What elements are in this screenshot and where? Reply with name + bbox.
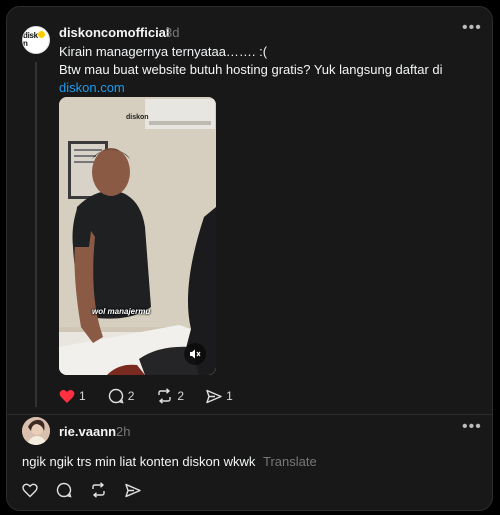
post-video[interactable]: diskon wol manajermu [59,97,216,375]
repost-count: 2 [177,389,185,403]
brand-logo: diskn [23,30,49,48]
reply-time[interactable]: 2h [116,424,130,439]
heart-filled-icon [59,389,75,403]
reply-comment-button[interactable] [56,482,72,498]
share-count: 1 [226,389,233,403]
reply-avatar[interactable] [22,417,50,445]
more-options-icon[interactable]: ••• [462,19,482,37]
translate-link[interactable]: Translate [263,454,317,469]
like-count: 1 [79,389,86,403]
reply-share-button[interactable] [125,483,141,498]
comment-icon [108,388,124,404]
reply-like-button[interactable] [22,483,38,498]
repost-button[interactable]: 2 [156,388,184,404]
reply-more-options-icon[interactable]: ••• [462,418,482,436]
speaker-muted-icon [190,349,201,359]
post-time[interactable]: 3d [165,25,179,40]
reply-actions [22,482,163,498]
video-caption: wol manajermu [92,307,151,316]
heart-icon [22,483,38,497]
thread-line [35,62,37,407]
repost-icon [158,388,172,404]
comment-count: 2 [127,389,135,403]
post-actions: 1 2 2 1 [59,388,255,404]
reply-text: ngik ngik trs min liat konten diskon wkw… [22,454,256,469]
video-frame [59,97,216,375]
thread-card: diskn diskoncomofficial 3d ••• Kirain ma… [6,6,493,511]
post-line-2: Btw mau buat website butuh hosting grati… [59,61,479,97]
like-button[interactable]: 1 [59,389,86,404]
user-avatar-image [22,417,50,445]
comment-button[interactable]: 2 [108,388,135,404]
reply-username[interactable]: rie.vaann [59,424,116,439]
send-icon [125,483,141,497]
mute-toggle[interactable] [184,343,206,365]
comment-icon [56,482,72,498]
video-watermark: diskon [126,114,149,121]
reply-body: ngik ngik trs min liat konten diskon wkw… [22,453,462,471]
post-line-1: Kirain managernya ternyataa……. :( [59,44,268,59]
reply-repost-button[interactable] [90,482,107,498]
post-username[interactable]: diskoncomofficial [59,25,170,40]
post-link[interactable]: diskon.com [59,80,125,95]
send-icon [206,389,222,403]
post-line-2-text: Btw mau buat website butuh hosting grati… [59,62,443,77]
avatar[interactable]: diskn [22,26,50,54]
share-button[interactable]: 1 [206,389,233,404]
divider [7,414,492,415]
repost-icon [92,482,105,498]
